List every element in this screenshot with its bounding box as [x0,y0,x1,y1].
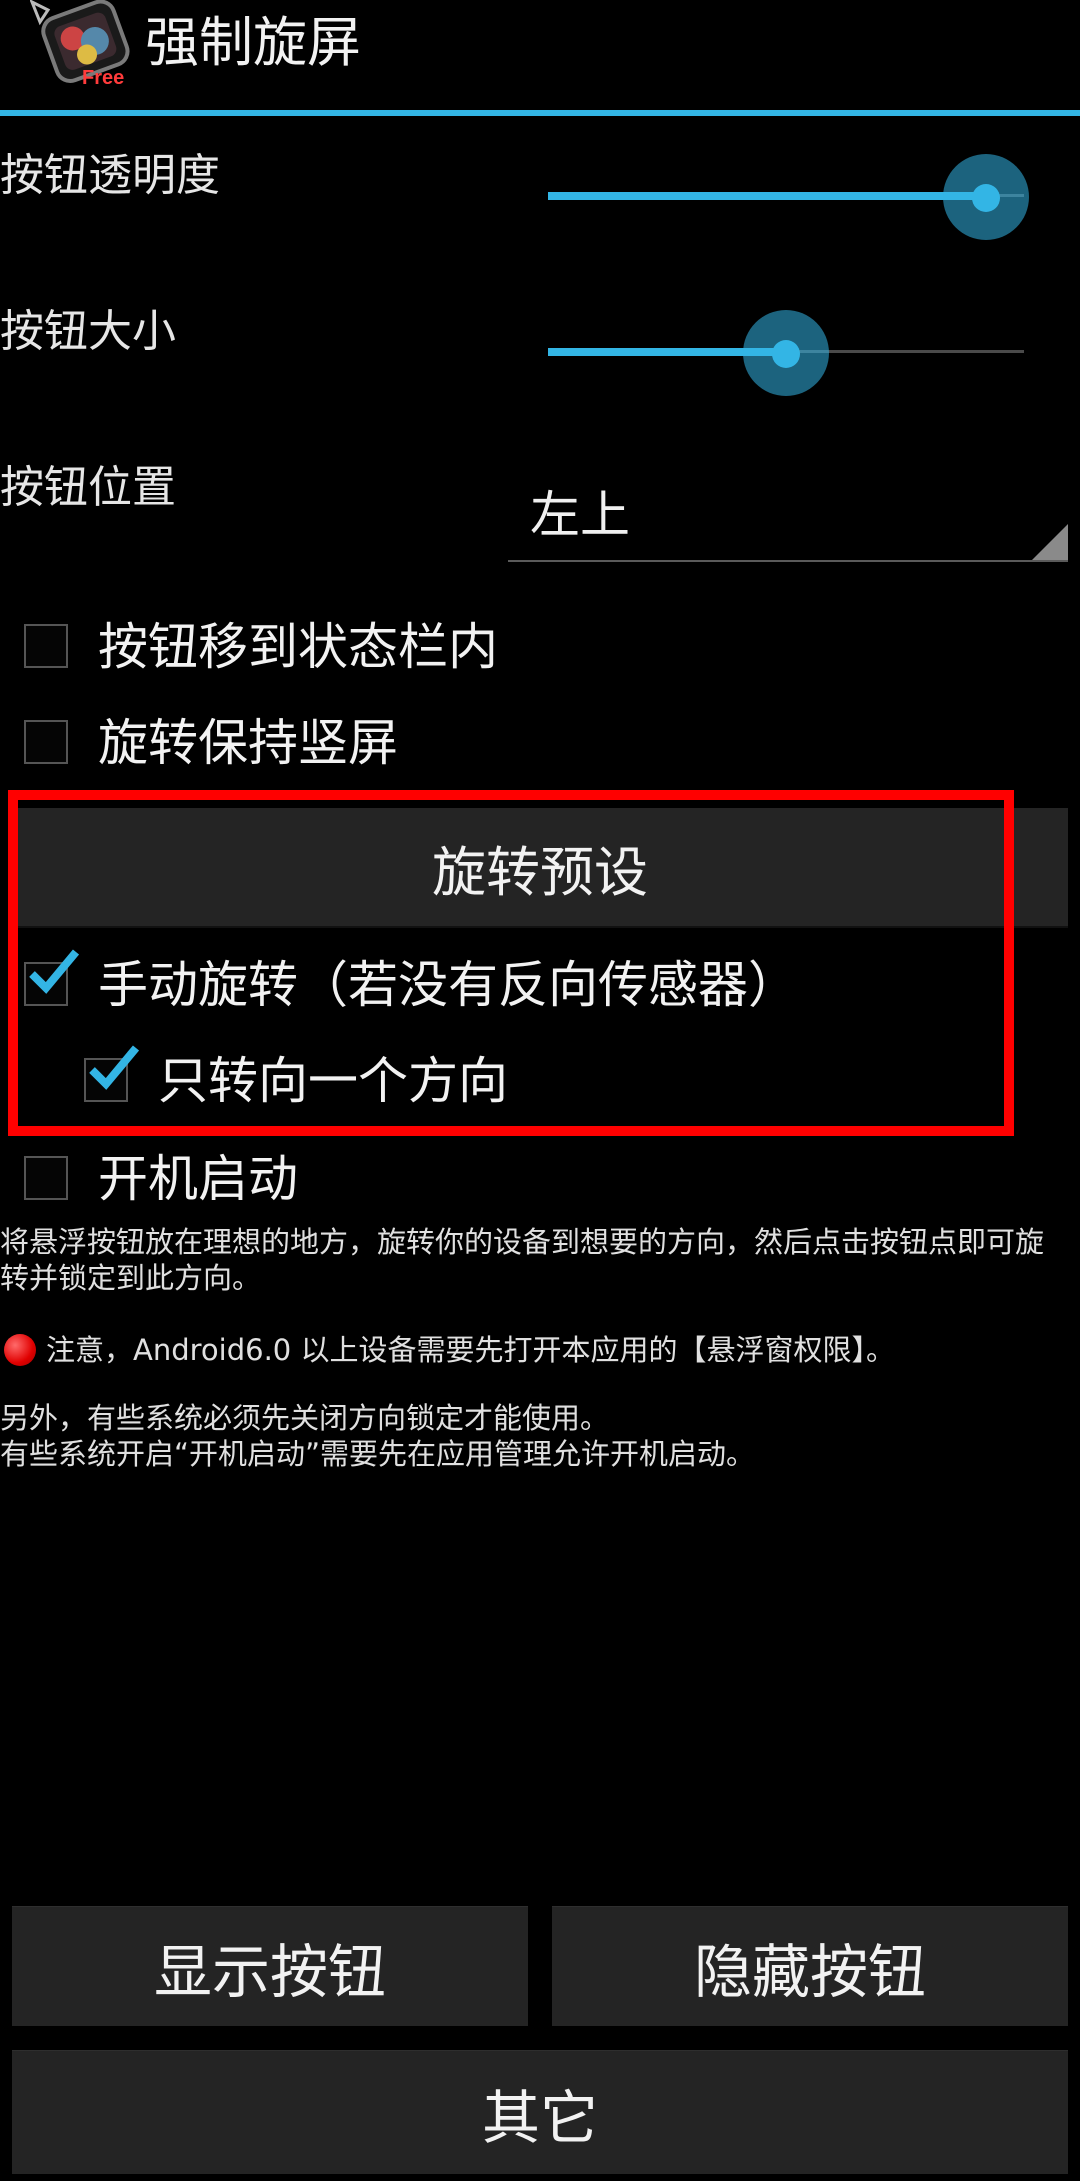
checkmark-icon [29,949,80,994]
size-slider[interactable] [548,310,1024,396]
hide-button[interactable]: 隐藏按钮 [552,1906,1068,2026]
rotation-preset-button[interactable]: 旋转预设 [12,808,1068,928]
extra-info-text: 另外，有些系统必须先关闭方向锁定才能使用。 有些系统开启“开机启动”需要先在应用… [0,1401,756,1471]
position-label: 按钮位置 [0,462,176,513]
instruction-text: 将悬浮按钮放在理想的地方，旋转你的设备到想要的方向，然后点击按钮点即可旋 转并锁… [0,1225,1045,1295]
free-badge: Free [82,67,124,88]
opacity-label: 按钮透明度 [0,150,220,201]
app-title: 强制旋屏 [145,11,361,74]
opacity-slider-thumb[interactable] [971,184,1000,212]
size-label: 按钮大小 [0,306,176,357]
red-dot-icon [4,1334,36,1366]
position-spinner-value: 左上 [530,486,630,544]
checkmark-icon [89,1045,140,1090]
show-button[interactable]: 显示按钮 [12,1906,528,2026]
app-icon: Free [29,0,138,89]
opacity-slider[interactable] [548,154,1029,240]
other-button[interactable]: 其它 [12,2050,1068,2174]
position-spinner[interactable]: 左上 [508,470,1068,562]
actionbar-divider [0,110,1080,116]
spinner-arrow-icon [1032,524,1068,560]
size-slider-thumb[interactable] [772,340,800,368]
notice-text: 注意，Android6.0 以上设备需要先打开本应用的【悬浮窗权限】。 [0,1332,1080,1368]
app-logo-icon: Free [29,0,130,89]
